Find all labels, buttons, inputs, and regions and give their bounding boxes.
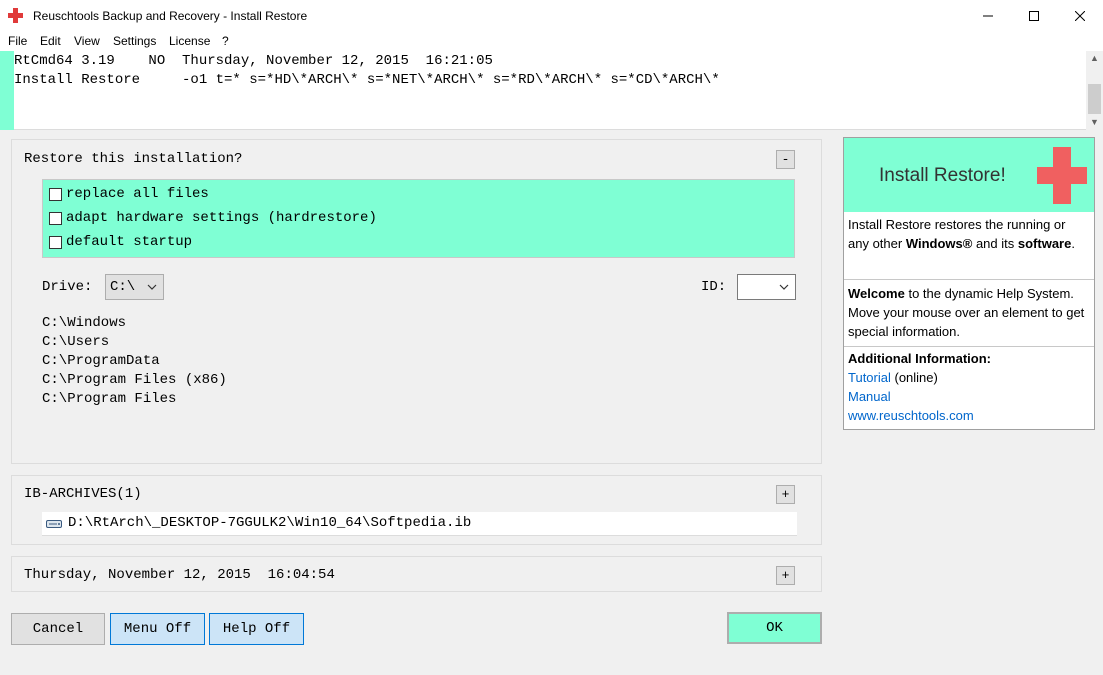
path-item: C:\Program Files [42, 391, 177, 407]
cancel-button[interactable]: Cancel [11, 613, 105, 645]
console-scrollbar[interactable]: ▲ ▼ [1086, 51, 1103, 130]
restore-collapse-button[interactable]: - [776, 150, 795, 169]
help-welcome: Welcome to the dynamic Help System. Move… [844, 279, 1094, 345]
path-item: C:\Users [42, 334, 110, 350]
drive-select-value: C:\ [110, 279, 136, 295]
scroll-up-icon[interactable]: ▲ [1090, 53, 1099, 63]
help-title: Install Restore! [879, 165, 1006, 186]
help-text: . [1071, 236, 1075, 251]
archive-path: D:\RtArch\_DESKTOP-7GGULK2\Win10_64\Soft… [68, 515, 472, 531]
console-line-2: Install Restore -o1 t=* s=*HD\*ARCH\* s=… [14, 72, 720, 88]
checkbox[interactable] [49, 187, 62, 201]
date-expand-button[interactable]: + [776, 566, 795, 585]
path-item: C:\Program Files (x86) [42, 372, 227, 388]
option-default-startup[interactable]: default startup [49, 232, 192, 252]
scroll-down-icon[interactable]: ▼ [1090, 117, 1099, 127]
help-bold: Windows® [905, 236, 973, 251]
maximize-icon [1029, 10, 1039, 21]
menu-view[interactable]: View [74, 34, 100, 48]
path-item: C:\Windows [42, 315, 127, 331]
menu-edit[interactable]: Edit [40, 34, 61, 48]
checkbox[interactable] [49, 211, 62, 225]
manual-link[interactable]: Manual [848, 389, 891, 404]
archives-panel-title: IB-ARCHIVES(1) [24, 486, 142, 502]
path-item: C:\ProgramData [42, 353, 160, 369]
scroll-thumb[interactable] [1088, 84, 1101, 114]
help-off-button[interactable]: Help Off [209, 613, 304, 645]
help-additional: Additional Information: Tutorial (online… [844, 346, 1094, 430]
option-hardrestore[interactable]: adapt hardware settings (hardrestore) [49, 208, 377, 228]
menu-bar: File Edit View Settings License ? [0, 31, 1103, 51]
minimize-icon [983, 15, 993, 16]
id-select[interactable] [737, 274, 796, 300]
close-icon [1075, 10, 1085, 21]
archives-expand-button[interactable]: + [776, 485, 795, 504]
drive-select[interactable]: C:\ [105, 274, 164, 300]
ok-button[interactable]: OK [727, 612, 822, 644]
chevron-down-icon [779, 284, 789, 290]
help-additional-title: Additional Information: [848, 351, 991, 366]
help-intro: Install Restore restores the running or … [844, 215, 1094, 278]
menu-license[interactable]: License [169, 34, 210, 48]
option-label: default startup [66, 234, 193, 250]
restore-panel-title: Restore this installation? [24, 151, 243, 167]
console-output[interactable]: RtCmd64 3.19 NO Thursday, November 12, 2… [0, 51, 1103, 130]
menu-help[interactable]: ? [222, 34, 229, 48]
help-bold: Welcome [848, 286, 905, 301]
console-line-1: RtCmd64 3.19 NO Thursday, November 12, 2… [14, 53, 493, 69]
option-label: replace all files [66, 186, 209, 202]
option-label: adapt hardware settings (hardrestore) [66, 210, 377, 226]
menu-settings[interactable]: Settings [113, 34, 156, 48]
minimize-button[interactable] [965, 0, 1011, 31]
id-label: ID: [701, 279, 727, 295]
archive-item[interactable]: D:\RtArch\_DESKTOP-7GGULK2\Win10_64\Soft… [42, 512, 797, 536]
restore-cross-icon [1037, 147, 1087, 204]
option-replace-all[interactable]: replace all files [49, 184, 209, 204]
website-link[interactable]: www.reuschtools.com [848, 408, 974, 423]
tutorial-link[interactable]: Tutorial [848, 370, 891, 385]
chevron-down-icon [147, 284, 157, 290]
menu-file[interactable]: File [8, 34, 27, 48]
help-bold: software [1017, 236, 1072, 251]
drive-icon [46, 520, 62, 528]
window-title: Reuschtools Backup and Recovery - Instal… [33, 9, 308, 23]
help-header: Install Restore! [844, 138, 1094, 212]
maximize-button[interactable] [1011, 0, 1057, 31]
help-text: (online) [890, 370, 938, 385]
restore-options: replace all files adapt hardware setting… [42, 179, 795, 258]
help-panel: Install Restore! Install Restore restore… [843, 137, 1095, 430]
menu-off-button[interactable]: Menu Off [110, 613, 205, 645]
close-button[interactable] [1057, 0, 1103, 31]
app-cross-icon [8, 8, 23, 23]
drive-label: Drive: [42, 279, 93, 295]
date-panel-title: Thursday, November 12, 2015 16:04:54 [24, 567, 335, 583]
console-stripe [0, 51, 14, 130]
help-text: and its [972, 236, 1018, 251]
checkbox[interactable] [49, 235, 62, 249]
title-bar[interactable]: Reuschtools Backup and Recovery - Instal… [0, 0, 1103, 31]
